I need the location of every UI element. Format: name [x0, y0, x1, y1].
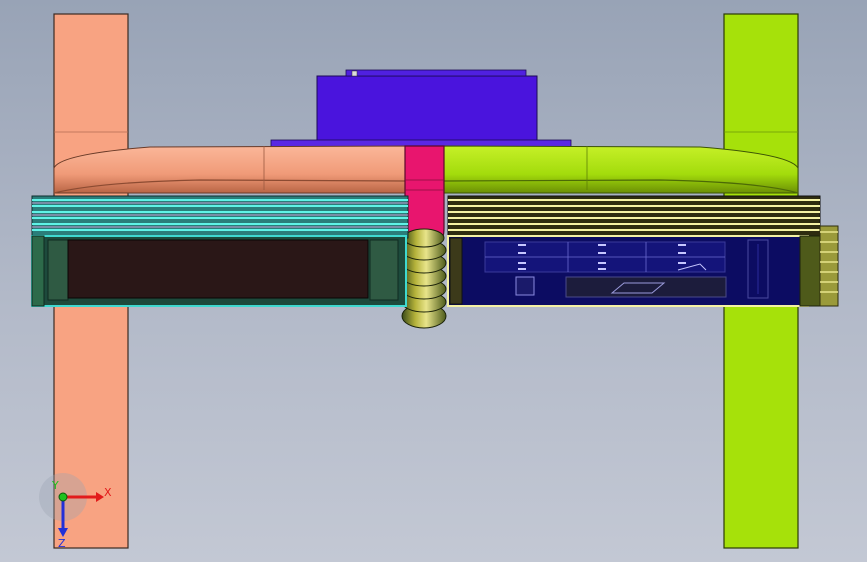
- cad-viewport[interactable]: X Y Z: [0, 0, 867, 562]
- right-tray[interactable]: [447, 195, 839, 307]
- model-scene[interactable]: X Y Z: [0, 0, 867, 562]
- y-axis-dot: [58, 492, 68, 502]
- left-curved-band[interactable]: [53, 145, 406, 194]
- x-axis-label: X: [104, 486, 112, 499]
- top-block[interactable]: [270, 69, 572, 151]
- y-axis-label: Y: [51, 479, 59, 492]
- z-axis-label: Z: [58, 537, 66, 550]
- left-tray[interactable]: [31, 195, 409, 307]
- right-curved-band[interactable]: [443, 145, 799, 194]
- spring-coil[interactable]: [401, 228, 447, 329]
